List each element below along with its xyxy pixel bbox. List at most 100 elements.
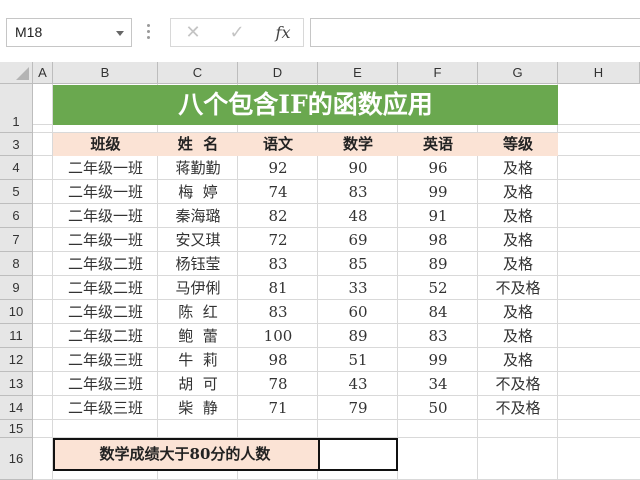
column-header-e[interactable]: E <box>318 62 398 84</box>
table-cell[interactable]: 二年级一班 <box>53 180 158 204</box>
table-cell[interactable]: 83 <box>238 252 318 276</box>
table-cell[interactable]: 85 <box>318 252 398 276</box>
table-cell[interactable]: 二年级二班 <box>53 300 158 324</box>
table-cell[interactable]: 48 <box>318 204 398 228</box>
table-cell[interactable]: 98 <box>238 348 318 372</box>
table-cell[interactable]: 杨钰莹 <box>158 252 238 276</box>
table-cell[interactable]: 99 <box>398 180 478 204</box>
table-cell[interactable]: 柴 静 <box>158 396 238 420</box>
column-header-h[interactable]: H <box>558 62 640 84</box>
row-header-14[interactable]: 14 <box>0 396 33 420</box>
table-cell[interactable]: 二年级一班 <box>53 156 158 180</box>
chevron-down-icon[interactable] <box>116 31 124 36</box>
table-cell[interactable]: 及格 <box>478 156 558 180</box>
column-header-g[interactable]: G <box>478 62 558 84</box>
table-cell[interactable]: 84 <box>398 300 478 324</box>
table-header-cell[interactable]: 语文 <box>238 133 318 156</box>
table-cell[interactable]: 78 <box>238 372 318 396</box>
row-header-5[interactable]: 5 <box>0 180 33 204</box>
table-cell[interactable]: 91 <box>398 204 478 228</box>
table-cell[interactable]: 及格 <box>478 180 558 204</box>
table-cell[interactable]: 二年级三班 <box>53 348 158 372</box>
row-header-15[interactable]: 15 <box>0 420 33 438</box>
table-cell[interactable]: 二年级一班 <box>53 228 158 252</box>
table-cell[interactable]: 74 <box>238 180 318 204</box>
row-header-1[interactable]: 1 <box>0 84 33 133</box>
question-label[interactable]: 数学成绩大于80分的人数 <box>55 440 315 469</box>
table-cell[interactable]: 蒋勤勤 <box>158 156 238 180</box>
table-cell[interactable]: 鲍 蕾 <box>158 324 238 348</box>
table-cell[interactable]: 79 <box>318 396 398 420</box>
table-cell[interactable]: 陈 红 <box>158 300 238 324</box>
table-cell[interactable]: 82 <box>238 204 318 228</box>
table-header-cell[interactable]: 英语 <box>398 133 478 156</box>
table-cell[interactable]: 33 <box>318 276 398 300</box>
table-cell[interactable]: 二年级二班 <box>53 324 158 348</box>
table-cell[interactable]: 二年级三班 <box>53 372 158 396</box>
table-cell[interactable]: 不及格 <box>478 276 558 300</box>
table-cell[interactable]: 89 <box>318 324 398 348</box>
table-cell[interactable]: 98 <box>398 228 478 252</box>
table-cell[interactable]: 二年级三班 <box>53 396 158 420</box>
table-cell[interactable]: 胡 可 <box>158 372 238 396</box>
row-header-16[interactable]: 16 <box>0 438 33 480</box>
table-cell[interactable]: 50 <box>398 396 478 420</box>
table-cell[interactable]: 100 <box>238 324 318 348</box>
table-cell[interactable]: 马伊俐 <box>158 276 238 300</box>
table-cell[interactable]: 90 <box>318 156 398 180</box>
table-cell[interactable]: 及格 <box>478 204 558 228</box>
table-header-cell[interactable]: 班级 <box>53 133 158 156</box>
table-cell[interactable]: 83 <box>318 180 398 204</box>
table-cell[interactable]: 牛 莉 <box>158 348 238 372</box>
sheet-title[interactable]: 八个包含IF的函数应用 <box>53 85 558 125</box>
check-icon[interactable]: ✓ <box>217 19 257 46</box>
column-header-c[interactable]: C <box>158 62 238 84</box>
column-header-b[interactable]: B <box>53 62 158 84</box>
table-cell[interactable]: 83 <box>398 324 478 348</box>
table-cell[interactable]: 89 <box>398 252 478 276</box>
table-header-cell[interactable]: 数学 <box>318 133 398 156</box>
table-cell[interactable]: 60 <box>318 300 398 324</box>
table-cell[interactable]: 及格 <box>478 252 558 276</box>
table-cell[interactable]: 81 <box>238 276 318 300</box>
row-header-6[interactable]: 6 <box>0 204 33 228</box>
table-cell[interactable]: 43 <box>318 372 398 396</box>
column-header-f[interactable]: F <box>398 62 478 84</box>
table-cell[interactable]: 72 <box>238 228 318 252</box>
table-cell[interactable]: 二年级二班 <box>53 252 158 276</box>
table-cell[interactable]: 秦海璐 <box>158 204 238 228</box>
table-cell[interactable]: 92 <box>238 156 318 180</box>
table-cell[interactable]: 52 <box>398 276 478 300</box>
table-cell[interactable]: 及格 <box>478 324 558 348</box>
table-cell[interactable]: 及格 <box>478 228 558 252</box>
table-cell[interactable]: 34 <box>398 372 478 396</box>
row-header-4[interactable]: 4 <box>0 156 33 180</box>
table-cell[interactable]: 83 <box>238 300 318 324</box>
name-box-value[interactable]: M18 <box>15 24 42 40</box>
row-header-9[interactable]: 9 <box>0 276 33 300</box>
drag-handle-icon[interactable] <box>147 24 151 40</box>
table-cell[interactable]: 不及格 <box>478 372 558 396</box>
question-answer-cell[interactable] <box>318 438 398 471</box>
select-all-button[interactable] <box>0 62 33 84</box>
row-header-12[interactable]: 12 <box>0 348 33 372</box>
table-cell[interactable]: 二年级二班 <box>53 276 158 300</box>
table-cell[interactable]: 二年级一班 <box>53 204 158 228</box>
formula-input[interactable] <box>310 18 640 47</box>
table-cell[interactable]: 51 <box>318 348 398 372</box>
cancel-icon[interactable]: ✕ <box>173 19 213 46</box>
insert-function-button[interactable]: fx <box>263 19 303 46</box>
row-header-7[interactable]: 7 <box>0 228 33 252</box>
row-header-3[interactable]: 3 <box>0 133 33 156</box>
row-header-10[interactable]: 10 <box>0 300 33 324</box>
column-header-d[interactable]: D <box>238 62 318 84</box>
table-cell[interactable]: 及格 <box>478 348 558 372</box>
table-cell[interactable]: 71 <box>238 396 318 420</box>
table-cell[interactable]: 不及格 <box>478 396 558 420</box>
table-header-cell[interactable]: 姓 名 <box>158 133 238 156</box>
name-box[interactable]: M18 <box>6 18 132 47</box>
table-cell[interactable]: 及格 <box>478 300 558 324</box>
table-cell[interactable]: 99 <box>398 348 478 372</box>
table-cell[interactable]: 69 <box>318 228 398 252</box>
column-header-a[interactable]: A <box>33 62 53 84</box>
